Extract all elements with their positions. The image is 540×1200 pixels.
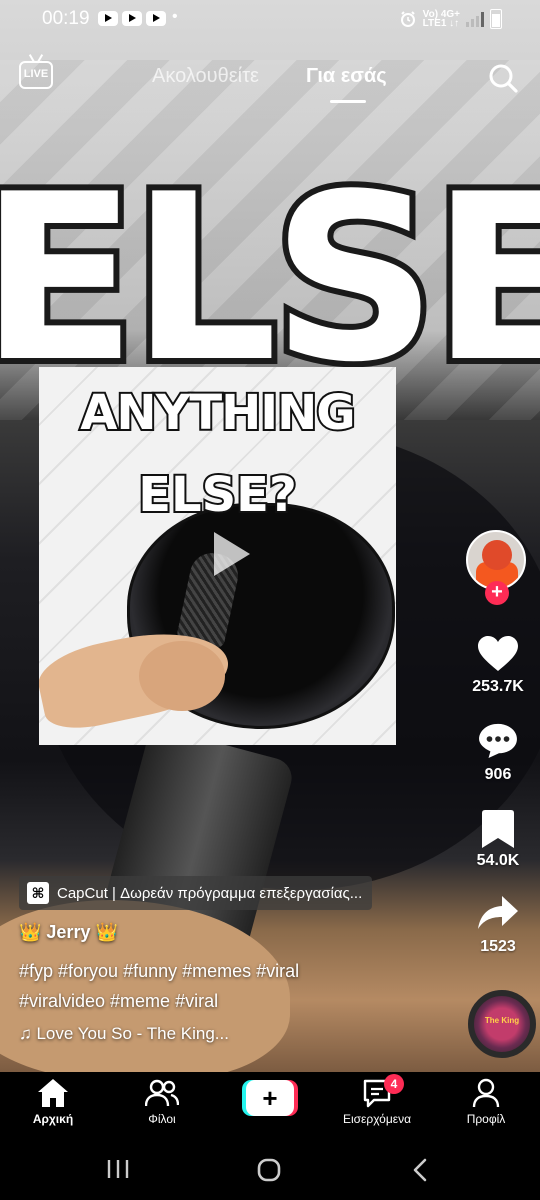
nav-profile[interactable]: Προφίλ — [441, 1078, 531, 1126]
network-indicator: Vo) 4G+ LTE1 ↓↑ — [422, 9, 460, 29]
live-button[interactable]: LIVE — [19, 61, 53, 89]
system-nav-bar — [0, 1136, 540, 1200]
nav-home-label: Αρχική — [32, 1112, 74, 1126]
meme-text-line2: ELSE? — [136, 465, 299, 525]
play-icon[interactable] — [214, 532, 250, 576]
top-nav: LIVE Ακολουθείτε Για εσάς — [0, 55, 540, 105]
capcut-label: CapCut | Δωρεάν πρόγραμμα επεξεργασίας..… — [57, 884, 363, 902]
alarm-icon — [400, 11, 415, 27]
status-right: Vo) 4G+ LTE1 ↓↑ — [399, 9, 502, 29]
share-button[interactable]: 1523 — [458, 890, 538, 956]
home-system-icon[interactable] — [256, 1157, 282, 1183]
comment-count: 906 — [484, 766, 512, 783]
save-count: 54.0K — [476, 852, 520, 869]
music-disc[interactable]: The King — [468, 990, 536, 1058]
bg-big-text: ELSE? — [0, 146, 540, 413]
follow-button[interactable]: + — [485, 581, 509, 605]
active-tab-indicator — [330, 100, 366, 103]
status-time: 00:19 — [42, 8, 90, 29]
comment-icon — [479, 723, 517, 758]
share-count: 1523 — [480, 938, 516, 955]
create-button[interactable]: + — [242, 1080, 298, 1116]
nav-inbox[interactable]: 4 Εισερχόμενα — [332, 1074, 422, 1126]
friends-icon — [144, 1079, 180, 1107]
disc-label: The King — [484, 1016, 520, 1025]
capcut-banner[interactable]: ⌘ CapCut | Δωρεάν πρόγραμμα επεξεργασίας… — [19, 876, 373, 910]
bookmark-icon — [482, 810, 514, 848]
nav-profile-label: Προφίλ — [466, 1112, 506, 1126]
tab-following[interactable]: Ακολουθείτε — [152, 65, 259, 88]
comment-button[interactable]: 906 — [458, 718, 538, 784]
hashtags-line2[interactable]: #viralvideo #meme #viral — [19, 986, 439, 1016]
like-count: 253.7K — [472, 678, 524, 695]
hashtags-line1[interactable]: #fyp #foryou #funny #memes #viral — [19, 956, 439, 986]
capcut-logo-icon: ⌘ — [27, 882, 49, 904]
bookmark-button[interactable]: 54.0K — [458, 804, 538, 870]
more-notifications-dot: • — [172, 8, 178, 25]
signal-icon — [466, 11, 484, 27]
avatar-head — [482, 540, 512, 570]
youtube-icon — [122, 11, 142, 26]
youtube-icon — [146, 11, 166, 26]
meme-hand — [139, 641, 225, 711]
tab-for-you[interactable]: Για εσάς — [306, 65, 387, 88]
notification-icons — [98, 11, 166, 26]
hashtags: #fyp #foryou #funny #memes #viral #viral… — [19, 956, 439, 1016]
inbox-badge: 4 — [384, 1074, 404, 1094]
battery-icon — [490, 9, 502, 29]
recent-apps-icon[interactable] — [106, 1158, 130, 1180]
nav-friends[interactable]: Φίλοι — [117, 1078, 207, 1126]
author-name[interactable]: 👑 Jerry 👑 — [19, 922, 118, 943]
meme-text-line1: ANYTHING — [78, 383, 357, 443]
search-icon[interactable] — [488, 63, 518, 93]
profile-icon — [472, 1078, 500, 1108]
bottom-nav: Αρχική Φίλοι + 4 Εισερχόμενα Προφίλ — [0, 1072, 540, 1136]
back-icon[interactable] — [410, 1158, 430, 1182]
song-title[interactable]: ♫ Love You So - The King... — [19, 1024, 229, 1044]
create-plus-icon: + — [246, 1080, 294, 1116]
home-icon — [38, 1079, 68, 1107]
nav-friends-label: Φίλοι — [148, 1112, 176, 1126]
heart-icon — [478, 636, 518, 671]
tiktok-feed-screen: ELSE? 00:19 • Vo) 4G+ LTE1 ↓↑ LIVE Α — [0, 0, 540, 1200]
nav-home[interactable]: Αρχική — [8, 1078, 98, 1126]
youtube-icon — [98, 11, 118, 26]
like-button[interactable]: 253.7K — [458, 630, 538, 696]
nav-inbox-label: Εισερχόμενα — [342, 1112, 412, 1126]
status-bar: 00:19 • Vo) 4G+ LTE1 ↓↑ — [0, 0, 540, 40]
share-icon — [478, 896, 518, 929]
